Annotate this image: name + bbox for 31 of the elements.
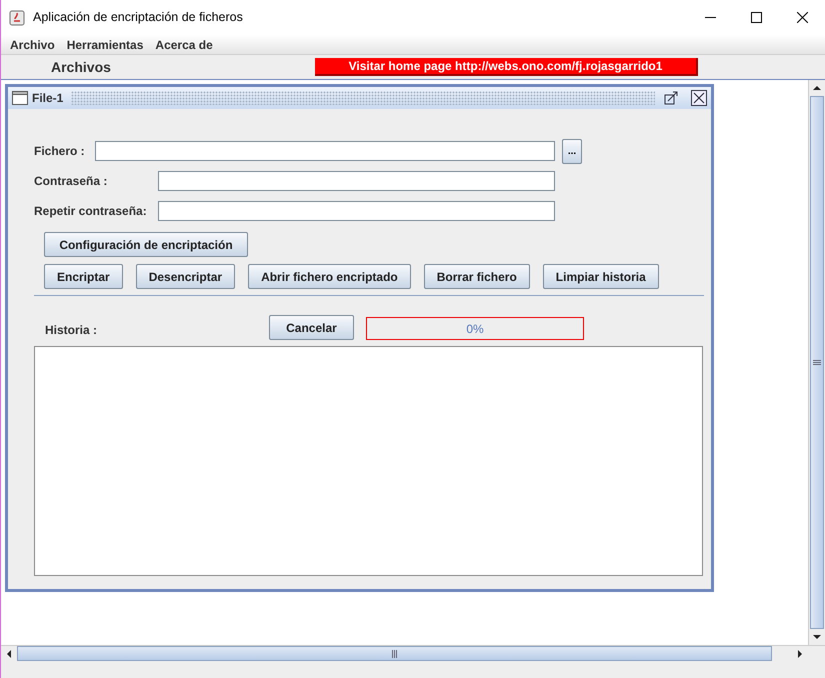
scroll-thumb[interactable] (810, 96, 824, 629)
cancel-button[interactable]: Cancelar (269, 315, 354, 340)
action-button[interactable]: Borrar fichero (424, 264, 530, 289)
window-title: Aplicación de encriptación de ficheros (33, 9, 243, 26)
window-icon (12, 91, 28, 105)
field-label: Repetir contraseña: (34, 203, 148, 220)
maximize-icon (750, 12, 762, 23)
home-page-link[interactable]: Visitar home page http://webs.ono.com/fj.rojasgarrido1 (315, 58, 698, 76)
progress-reading: 0% (466, 320, 484, 338)
menu-item[interactable]: Acerca de (155, 36, 213, 54)
action-button[interactable]: Desencriptar (136, 264, 236, 289)
field-label: Fichero : (34, 143, 86, 160)
history-label: Historia : (45, 322, 98, 339)
menu-item[interactable]: Archivo (10, 36, 55, 54)
configuration-button[interactable]: Configuración de encriptación (44, 232, 248, 257)
field-label: Contraseña : (34, 173, 108, 190)
action-button[interactable]: Encriptar (44, 264, 123, 289)
section-heading: Archivos (51, 58, 112, 76)
action-button[interactable]: Abrir fichero encriptado (248, 264, 411, 289)
maximize-button[interactable] (663, 90, 679, 106)
menu-item[interactable]: Herramientas (66, 36, 144, 54)
app-icon (9, 10, 25, 26)
browse-button[interactable]: ... (562, 138, 582, 164)
frame-title: File-1 (32, 90, 64, 107)
close-icon (796, 12, 808, 23)
input-field[interactable] (95, 141, 555, 161)
input-field[interactable] (158, 201, 555, 221)
input-field[interactable] (158, 171, 555, 191)
vertical-scrollbar[interactable] (808, 80, 825, 645)
close-button[interactable] (691, 90, 707, 106)
action-button[interactable]: Limpiar historia (542, 264, 659, 289)
